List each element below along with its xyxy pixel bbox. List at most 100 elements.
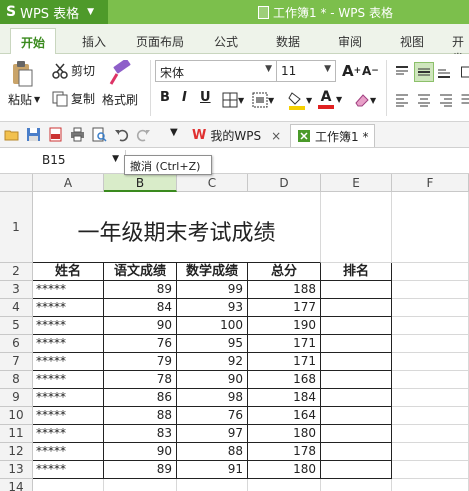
font-color-button[interactable]: A ▼	[318, 90, 342, 109]
cell[interactable]	[392, 353, 469, 371]
fill-color-button[interactable]: ▼	[288, 90, 312, 110]
bold-button[interactable]: B	[160, 90, 170, 105]
table-header-cell[interactable]: 姓名	[33, 263, 104, 281]
name-box[interactable]: B15 ▼	[0, 150, 126, 172]
open-folder-icon[interactable]	[4, 127, 19, 142]
table-cell[interactable]: 92	[177, 353, 248, 371]
table-cell[interactable]: 171	[248, 335, 321, 353]
column-header-a[interactable]: A	[33, 174, 104, 192]
rank-cell[interactable]	[321, 335, 392, 353]
cell[interactable]	[392, 317, 469, 335]
align-bottom-button[interactable]	[436, 64, 452, 80]
table-header-cell[interactable]: 排名	[321, 263, 392, 281]
borders-button[interactable]: ▼	[222, 92, 244, 108]
cell[interactable]	[177, 479, 248, 491]
table-cell[interactable]: 90	[104, 443, 177, 461]
row-header-4[interactable]: 4	[0, 299, 33, 317]
row-header-6[interactable]: 6	[0, 335, 33, 353]
table-cell[interactable]: 83	[104, 425, 177, 443]
cell[interactable]	[104, 479, 177, 491]
row-header-13[interactable]: 13	[0, 461, 33, 479]
rank-cell[interactable]	[321, 389, 392, 407]
row-header-2[interactable]: 2	[0, 263, 33, 281]
save-icon[interactable]	[26, 127, 41, 142]
copy-button[interactable]: 复制	[52, 90, 95, 107]
table-cell[interactable]: 91	[177, 461, 248, 479]
rank-cell[interactable]	[321, 371, 392, 389]
font-size-select[interactable]: 11 ▼	[276, 60, 336, 82]
cell[interactable]	[392, 371, 469, 389]
format-painter-icon[interactable]	[108, 60, 134, 86]
underline-button[interactable]: U	[200, 90, 211, 105]
justify-button[interactable]	[458, 92, 469, 108]
table-cell[interactable]: 98	[177, 389, 248, 407]
cell[interactable]	[321, 479, 392, 491]
rank-cell[interactable]	[321, 407, 392, 425]
table-cell[interactable]: 164	[248, 407, 321, 425]
rank-cell[interactable]	[321, 353, 392, 371]
rank-cell[interactable]	[321, 317, 392, 335]
cell[interactable]	[321, 192, 392, 263]
table-cell[interactable]: 76	[104, 335, 177, 353]
italic-button[interactable]: I	[182, 90, 187, 105]
print-icon[interactable]	[70, 127, 85, 142]
row-header-12[interactable]: 12	[0, 443, 33, 461]
cell[interactable]	[392, 389, 469, 407]
decrease-font-icon[interactable]: A −	[362, 64, 379, 78]
align-left-button[interactable]	[394, 92, 410, 108]
cell[interactable]	[392, 281, 469, 299]
table-cell[interactable]: *****	[33, 353, 104, 371]
app-menu-button[interactable]: S WPS 表格 ▼	[0, 0, 108, 24]
row-header-9[interactable]: 9	[0, 389, 33, 407]
export-pdf-icon[interactable]	[48, 127, 63, 142]
rank-cell[interactable]	[321, 281, 392, 299]
spreadsheet-grid[interactable]: 一年级期末考试成绩 A B C D E F 1 2 3 4 5 6 7 8 9 10 11 12 13 14 姓名 语文成…	[0, 174, 469, 491]
table-cell[interactable]: 188	[248, 281, 321, 299]
cell[interactable]	[392, 299, 469, 317]
cell[interactable]	[392, 443, 469, 461]
column-header-f[interactable]: F	[392, 174, 469, 192]
column-header-d[interactable]: D	[248, 174, 321, 192]
table-cell[interactable]: 90	[104, 317, 177, 335]
table-cell[interactable]: 97	[177, 425, 248, 443]
redo-icon[interactable]	[136, 127, 151, 142]
table-cell[interactable]: 177	[248, 299, 321, 317]
table-cell[interactable]: 88	[104, 407, 177, 425]
table-cell[interactable]: *****	[33, 425, 104, 443]
row-header-8[interactable]: 8	[0, 371, 33, 389]
cell[interactable]	[392, 335, 469, 353]
align-right-button[interactable]	[438, 92, 454, 108]
paste-icon[interactable]	[10, 60, 34, 88]
table-cell[interactable]: 90	[177, 371, 248, 389]
column-header-c[interactable]: C	[177, 174, 248, 192]
column-header-b[interactable]: B	[104, 174, 177, 192]
table-cell[interactable]: *****	[33, 335, 104, 353]
table-header-cell[interactable]: 数学成绩	[177, 263, 248, 281]
cell[interactable]	[392, 407, 469, 425]
tab-home[interactable]: 开始	[10, 28, 57, 54]
table-cell[interactable]: 99	[177, 281, 248, 299]
rank-cell[interactable]	[321, 443, 392, 461]
row-header-3[interactable]: 3	[0, 281, 33, 299]
tab-page-layout[interactable]: 页面布局	[136, 33, 184, 50]
cell[interactable]	[392, 461, 469, 479]
rank-cell[interactable]	[321, 299, 392, 317]
row-header-11[interactable]: 11	[0, 425, 33, 443]
cell[interactable]	[392, 263, 469, 281]
increase-font-icon[interactable]: A +	[342, 62, 361, 80]
table-header-cell[interactable]: 语文成绩	[104, 263, 177, 281]
table-cell[interactable]: *****	[33, 461, 104, 479]
table-cell[interactable]: *****	[33, 407, 104, 425]
cell[interactable]	[248, 479, 321, 491]
print-preview-icon[interactable]	[92, 127, 107, 142]
table-cell[interactable]: 84	[104, 299, 177, 317]
cell[interactable]	[392, 192, 469, 263]
table-cell[interactable]: 78	[104, 371, 177, 389]
font-name-select[interactable]: 宋体 ▼	[155, 60, 277, 82]
table-cell[interactable]: 168	[248, 371, 321, 389]
table-cell[interactable]: *****	[33, 299, 104, 317]
row-header-5[interactable]: 5	[0, 317, 33, 335]
align-top-button[interactable]	[394, 64, 410, 80]
table-cell[interactable]: 184	[248, 389, 321, 407]
cut-button[interactable]: 剪切	[52, 62, 95, 79]
